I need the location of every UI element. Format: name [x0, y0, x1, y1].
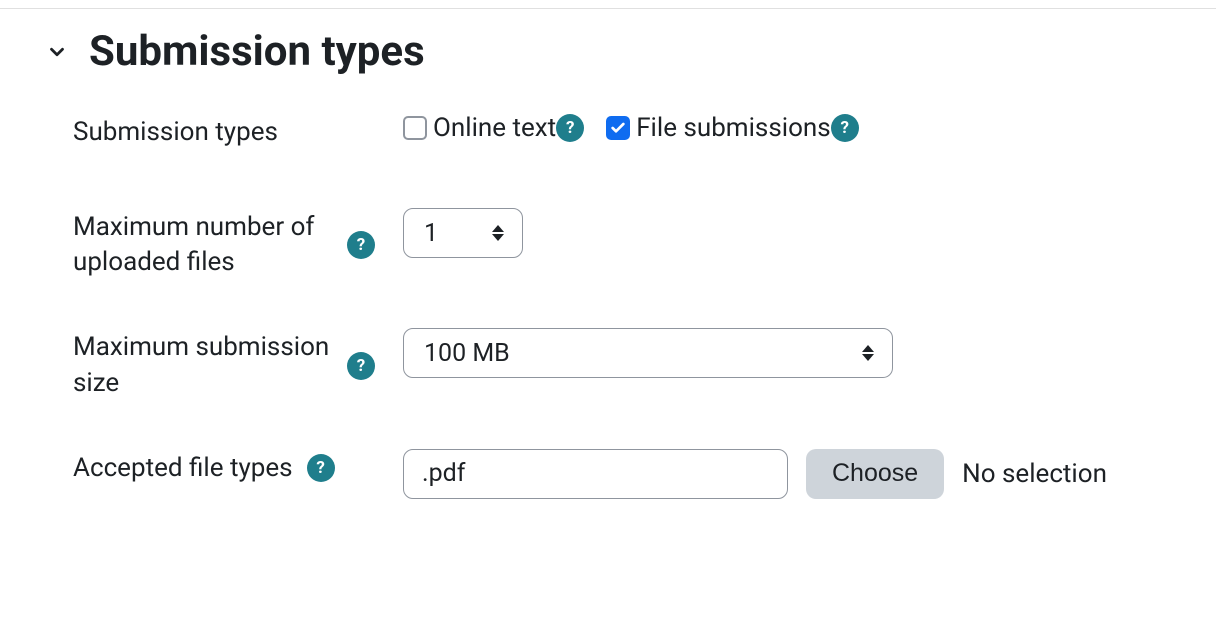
help-icon[interactable]: ? — [347, 352, 375, 380]
help-icon[interactable]: ? — [307, 454, 335, 482]
help-icon[interactable]: ? — [347, 231, 375, 259]
select-arrows-icon — [492, 225, 504, 241]
accepted-types-input[interactable]: .pdf — [403, 449, 788, 499]
max-size-value: 100 MB — [424, 339, 510, 368]
accepted-types-status: No selection — [962, 459, 1107, 489]
section-title: Submission types — [89, 29, 425, 75]
submission-types-label: Submission types — [73, 115, 278, 150]
file-submissions-label: File submissions — [636, 113, 831, 143]
chevron-down-icon — [45, 41, 69, 63]
help-icon[interactable]: ? — [556, 114, 584, 142]
accepted-types-value: .pdf — [422, 459, 465, 488]
max-files-select[interactable]: 1 — [403, 208, 523, 258]
online-text-checkbox[interactable] — [403, 116, 427, 140]
max-files-label: Maximum number of uploaded files — [73, 210, 333, 280]
select-arrows-icon — [862, 345, 874, 361]
section-header[interactable]: Submission types — [45, 29, 1216, 75]
max-size-select[interactable]: 100 MB — [403, 328, 893, 378]
max-size-label: Maximum submission size — [73, 330, 333, 400]
max-files-value: 1 — [424, 219, 438, 248]
help-icon[interactable]: ? — [831, 114, 859, 142]
accepted-types-label: Accepted file types — [73, 451, 293, 486]
divider — [0, 8, 1216, 9]
online-text-label: Online text — [433, 113, 556, 143]
file-submissions-checkbox[interactable] — [606, 116, 630, 140]
choose-button[interactable]: Choose — [806, 449, 944, 499]
